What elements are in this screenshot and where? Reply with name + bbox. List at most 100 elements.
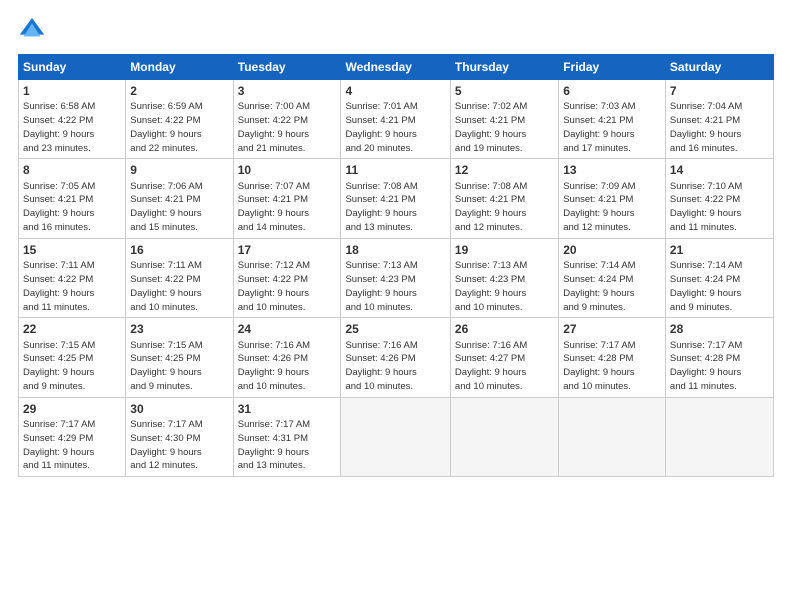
day-number: 16 [130,242,228,258]
day-info: Sunrise: 7:13 AMSunset: 4:23 PMDaylight:… [345,260,417,312]
day-cell: 13 Sunrise: 7:09 AMSunset: 4:21 PMDayligh… [559,159,666,238]
day-cell: 18Sunrise: 7:13 AMSunset: 4:23 PMDayligh… [341,238,450,317]
header-cell-monday: Monday [126,55,233,80]
day-info: Sunrise: 7:17 AMSunset: 4:29 PMDaylight:… [23,419,95,471]
day-cell: 23Sunrise: 7:15 AMSunset: 4:25 PMDayligh… [126,318,233,397]
day-number: 31 [238,401,337,417]
day-cell: 11 Sunrise: 7:08 AMSunset: 4:21 PMDayligh… [341,159,450,238]
day-cell: 14 Sunrise: 7:10 AMSunset: 4:22 PMDayligh… [665,159,773,238]
week-row-0: 1 Sunrise: 6:58 AMSunset: 4:22 PMDaylight… [19,80,774,159]
day-number: 26 [455,321,554,337]
logo-icon [18,16,46,44]
day-number: 27 [563,321,661,337]
day-info: Sunrise: 7:01 AMSunset: 4:21 PMDaylight:… [345,101,417,153]
day-cell: 2Sunrise: 6:59 AMSunset: 4:22 PMDaylight… [126,80,233,159]
day-number: 15 [23,242,121,258]
page-container: SundayMondayTuesdayWednesdayThursdayFrid… [0,0,792,612]
day-number: 17 [238,242,337,258]
day-cell [559,397,666,476]
day-cell [665,397,773,476]
day-cell: 17 Sunrise: 7:12 AMSunset: 4:22 PMDayligh… [233,238,341,317]
day-number: 2 [130,83,228,99]
day-info: Sunrise: 7:11 AMSunset: 4:22 PMDaylight:… [23,260,95,312]
day-number: 28 [670,321,769,337]
day-number: 5 [455,83,554,99]
week-row-4: 29 Sunrise: 7:17 AMSunset: 4:29 PMDayligh… [19,397,774,476]
header-cell-thursday: Thursday [450,55,558,80]
day-cell: 19Sunrise: 7:13 AMSunset: 4:23 PMDayligh… [450,238,558,317]
day-cell: 10 Sunrise: 7:07 AMSunset: 4:21 PMDayligh… [233,159,341,238]
day-number: 23 [130,321,228,337]
day-number: 22 [23,321,121,337]
day-info: Sunrise: 7:06 AMSunset: 4:21 PMDaylight:… [130,181,202,233]
day-number: 3 [238,83,337,99]
calendar-header: SundayMondayTuesdayWednesdayThursdayFrid… [19,55,774,80]
day-info: Sunrise: 7:09 AMSunset: 4:21 PMDaylight:… [563,181,635,233]
day-number: 10 [238,162,337,178]
day-info: Sunrise: 7:17 AMSunset: 4:30 PMDaylight:… [130,419,202,471]
week-row-1: 8 Sunrise: 7:05 AMSunset: 4:21 PMDaylight… [19,159,774,238]
day-cell: 29 Sunrise: 7:17 AMSunset: 4:29 PMDayligh… [19,397,126,476]
day-number: 24 [238,321,337,337]
day-info: Sunrise: 6:58 AMSunset: 4:22 PMDaylight:… [23,101,95,153]
day-cell: 30 Sunrise: 7:17 AMSunset: 4:30 PMDayligh… [126,397,233,476]
day-info: Sunrise: 7:15 AMSunset: 4:25 PMDaylight:… [23,340,95,392]
day-number: 1 [23,83,121,99]
day-number: 6 [563,83,661,99]
day-number: 12 [455,162,554,178]
header-cell-saturday: Saturday [665,55,773,80]
day-cell: 6Sunrise: 7:03 AMSunset: 4:21 PMDaylight… [559,80,666,159]
day-info: Sunrise: 7:10 AMSunset: 4:22 PMDaylight:… [670,181,742,233]
day-cell: 28 Sunrise: 7:17 AMSunset: 4:28 PMDayligh… [665,318,773,397]
day-cell: 31 Sunrise: 7:17 AMSunset: 4:31 PMDayligh… [233,397,341,476]
day-cell: 24 Sunrise: 7:16 AMSunset: 4:26 PMDayligh… [233,318,341,397]
day-info: Sunrise: 7:08 AMSunset: 4:21 PMDaylight:… [455,181,527,233]
day-number: 21 [670,242,769,258]
day-number: 13 [563,162,661,178]
day-info: Sunrise: 7:14 AMSunset: 4:24 PMDaylight:… [563,260,635,312]
day-cell: 3 Sunrise: 7:00 AMSunset: 4:22 PMDaylight… [233,80,341,159]
day-number: 25 [345,321,445,337]
day-info: Sunrise: 7:07 AMSunset: 4:21 PMDaylight:… [238,181,310,233]
day-info: Sunrise: 7:16 AMSunset: 4:26 PMDaylight:… [238,340,310,392]
day-cell: 5 Sunrise: 7:02 AMSunset: 4:21 PMDaylight… [450,80,558,159]
header-cell-sunday: Sunday [19,55,126,80]
day-cell: 15 Sunrise: 7:11 AMSunset: 4:22 PMDayligh… [19,238,126,317]
day-number: 29 [23,401,121,417]
day-info: Sunrise: 7:14 AMSunset: 4:24 PMDaylight:… [670,260,742,312]
header [18,16,774,44]
day-cell: 16 Sunrise: 7:11 AMSunset: 4:22 PMDayligh… [126,238,233,317]
day-info: Sunrise: 7:05 AMSunset: 4:21 PMDaylight:… [23,181,95,233]
day-info: Sunrise: 7:02 AMSunset: 4:21 PMDaylight:… [455,101,527,153]
day-number: 8 [23,162,121,178]
day-cell: 8 Sunrise: 7:05 AMSunset: 4:21 PMDaylight… [19,159,126,238]
calendar-table: SundayMondayTuesdayWednesdayThursdayFrid… [18,54,774,477]
day-info: Sunrise: 7:17 AMSunset: 4:28 PMDaylight:… [670,340,742,392]
day-info: Sunrise: 7:12 AMSunset: 4:22 PMDaylight:… [238,260,310,312]
day-cell: 26 Sunrise: 7:16 AMSunset: 4:27 PMDayligh… [450,318,558,397]
day-number: 30 [130,401,228,417]
day-info: Sunrise: 7:16 AMSunset: 4:26 PMDaylight:… [345,340,417,392]
day-info: Sunrise: 7:16 AMSunset: 4:27 PMDaylight:… [455,340,527,392]
day-info: Sunrise: 7:04 AMSunset: 4:21 PMDaylight:… [670,101,742,153]
day-info: Sunrise: 7:08 AMSunset: 4:21 PMDaylight:… [345,181,417,233]
header-cell-wednesday: Wednesday [341,55,450,80]
day-number: 14 [670,162,769,178]
day-cell: 21 Sunrise: 7:14 AMSunset: 4:24 PMDayligh… [665,238,773,317]
day-number: 4 [345,83,445,99]
week-row-3: 22 Sunrise: 7:15 AMSunset: 4:25 PMDayligh… [19,318,774,397]
day-cell: 1 Sunrise: 6:58 AMSunset: 4:22 PMDaylight… [19,80,126,159]
day-cell: 9Sunrise: 7:06 AMSunset: 4:21 PMDaylight… [126,159,233,238]
day-number: 20 [563,242,661,258]
day-number: 11 [345,162,445,178]
header-cell-tuesday: Tuesday [233,55,341,80]
header-row: SundayMondayTuesdayWednesdayThursdayFrid… [19,55,774,80]
day-info: Sunrise: 7:00 AMSunset: 4:22 PMDaylight:… [238,101,310,153]
day-cell: 25 Sunrise: 7:16 AMSunset: 4:26 PMDayligh… [341,318,450,397]
logo [18,16,50,44]
week-row-2: 15 Sunrise: 7:11 AMSunset: 4:22 PMDayligh… [19,238,774,317]
day-info: Sunrise: 7:17 AMSunset: 4:31 PMDaylight:… [238,419,310,471]
day-info: Sunrise: 7:11 AMSunset: 4:22 PMDaylight:… [130,260,202,312]
header-cell-friday: Friday [559,55,666,80]
day-info: Sunrise: 7:13 AMSunset: 4:23 PMDaylight:… [455,260,527,312]
